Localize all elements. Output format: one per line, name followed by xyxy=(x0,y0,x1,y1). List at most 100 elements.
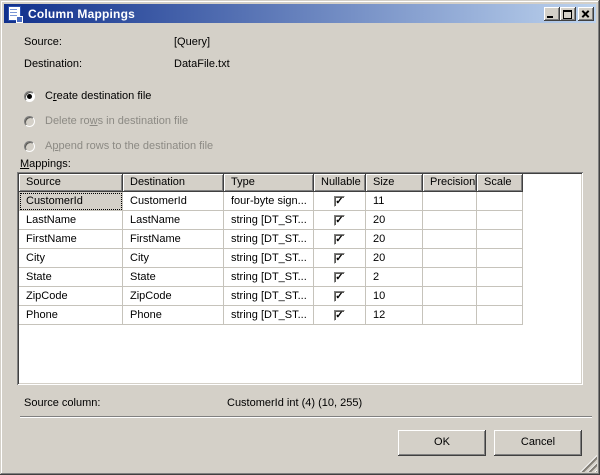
window-title: Column Mappings xyxy=(28,7,544,21)
radio-icon xyxy=(24,141,35,152)
nullable-checkbox[interactable]: ✓ xyxy=(334,310,345,321)
cell-destination[interactable]: FirstName xyxy=(123,230,224,249)
source-value: [Query] xyxy=(174,36,210,48)
column-header-nullable[interactable]: Nullable xyxy=(314,174,366,192)
table-row: CityCitystring [DT_ST...✓20 xyxy=(19,249,581,268)
nullable-checkbox[interactable]: ✓ xyxy=(334,291,345,302)
cell-scale[interactable] xyxy=(477,249,523,268)
table-row: ZipCodeZipCodestring [DT_ST...✓10 xyxy=(19,287,581,306)
table-row: CustomerIdCustomerIdfour-byte sign...✓11 xyxy=(19,192,581,211)
cell-type[interactable]: string [DT_ST... xyxy=(224,268,314,287)
document-icon xyxy=(8,6,21,21)
cell-scale[interactable] xyxy=(477,192,523,211)
cell-destination[interactable]: CustomerId xyxy=(123,192,224,211)
cell-type[interactable]: four-byte sign... xyxy=(224,192,314,211)
mappings-grid-inner: SourceDestinationTypeNullableSizePrecisi… xyxy=(19,174,581,383)
cell-precision[interactable] xyxy=(423,230,477,249)
radio-icon[interactable] xyxy=(24,91,35,102)
cell-size[interactable]: 20 xyxy=(366,211,423,230)
cell-source[interactable]: State xyxy=(19,268,123,287)
cell-source[interactable]: FirstName xyxy=(19,230,123,249)
cell-precision[interactable] xyxy=(423,287,477,306)
table-row: LastNameLastNamestring [DT_ST...✓20 xyxy=(19,211,581,230)
cell-type[interactable]: string [DT_ST... xyxy=(224,230,314,249)
close-button[interactable] xyxy=(578,7,594,21)
cell-source[interactable]: LastName xyxy=(19,211,123,230)
cell-nullable[interactable]: ✓ xyxy=(314,306,366,325)
cell-scale[interactable] xyxy=(477,306,523,325)
column-header-type[interactable]: Type xyxy=(224,174,314,192)
cell-destination[interactable]: LastName xyxy=(123,211,224,230)
cell-nullable[interactable]: ✓ xyxy=(314,268,366,287)
minimize-button[interactable] xyxy=(544,7,560,21)
radio-label: Delete rows in destination file xyxy=(45,115,188,127)
cell-precision[interactable] xyxy=(423,211,477,230)
cell-source[interactable]: ZipCode xyxy=(19,287,123,306)
destination-label: Destination: xyxy=(24,58,82,70)
ok-button[interactable]: OK xyxy=(398,430,486,456)
column-header-scale[interactable]: Scale xyxy=(477,174,523,192)
nullable-checkbox[interactable]: ✓ xyxy=(334,215,345,226)
nullable-checkbox[interactable]: ✓ xyxy=(334,196,345,207)
cell-size[interactable]: 20 xyxy=(366,249,423,268)
nullable-checkbox[interactable]: ✓ xyxy=(334,234,345,245)
cell-type[interactable]: string [DT_ST... xyxy=(224,287,314,306)
divider xyxy=(20,416,592,418)
mappings-label: Mappings: xyxy=(20,158,71,170)
nullable-checkbox[interactable]: ✓ xyxy=(334,272,345,283)
cell-size[interactable]: 11 xyxy=(366,192,423,211)
column-header-source[interactable]: Source xyxy=(19,174,123,192)
cell-nullable[interactable]: ✓ xyxy=(314,287,366,306)
cell-destination[interactable]: City xyxy=(123,249,224,268)
column-mappings-dialog: Column Mappings Source: [Query] Destinat… xyxy=(0,0,600,475)
table-row: PhonePhonestring [DT_ST...✓12 xyxy=(19,306,581,325)
cell-source[interactable]: Phone xyxy=(19,306,123,325)
cell-size[interactable]: 12 xyxy=(366,306,423,325)
cell-type[interactable]: string [DT_ST... xyxy=(224,249,314,268)
cell-precision[interactable] xyxy=(423,249,477,268)
cell-destination[interactable]: Phone xyxy=(123,306,224,325)
cell-destination[interactable]: ZipCode xyxy=(123,287,224,306)
cell-scale[interactable] xyxy=(477,230,523,249)
cell-nullable[interactable]: ✓ xyxy=(314,192,366,211)
cell-source[interactable]: CustomerId xyxy=(19,192,123,211)
mappings-grid: SourceDestinationTypeNullableSizePrecisi… xyxy=(17,172,583,385)
title-bar[interactable]: Column Mappings xyxy=(4,4,596,23)
cell-source[interactable]: City xyxy=(19,249,123,268)
radio-label: Create destination file xyxy=(45,90,151,102)
cell-size[interactable]: 2 xyxy=(366,268,423,287)
radio-delete-rows: Delete rows in destination file xyxy=(24,115,188,127)
cell-precision[interactable] xyxy=(423,306,477,325)
table-row: FirstNameFirstNamestring [DT_ST...✓20 xyxy=(19,230,581,249)
source-column-value: CustomerId int (4) (10, 255) xyxy=(227,397,362,409)
cell-type[interactable]: string [DT_ST... xyxy=(224,306,314,325)
radio-create-destination-file[interactable]: Create destination file xyxy=(24,90,151,102)
radio-append-rows: Append rows to the destination file xyxy=(24,140,213,152)
source-label: Source: xyxy=(24,36,62,48)
destination-value: DataFile.txt xyxy=(174,58,230,70)
cell-type[interactable]: string [DT_ST... xyxy=(224,211,314,230)
cancel-button[interactable]: Cancel xyxy=(494,430,582,456)
cell-size[interactable]: 20 xyxy=(366,230,423,249)
cell-precision[interactable] xyxy=(423,268,477,287)
cell-precision[interactable] xyxy=(423,192,477,211)
cell-nullable[interactable]: ✓ xyxy=(314,230,366,249)
cell-size[interactable]: 10 xyxy=(366,287,423,306)
cell-nullable[interactable]: ✓ xyxy=(314,211,366,230)
column-header-destination[interactable]: Destination xyxy=(123,174,224,192)
maximize-button[interactable] xyxy=(560,7,576,21)
cell-nullable[interactable]: ✓ xyxy=(314,249,366,268)
column-header-size[interactable]: Size xyxy=(366,174,423,192)
nullable-checkbox[interactable]: ✓ xyxy=(334,253,345,264)
cell-scale[interactable] xyxy=(477,211,523,230)
cell-scale[interactable] xyxy=(477,268,523,287)
mappings-grid-body: CustomerIdCustomerIdfour-byte sign...✓11… xyxy=(19,192,581,325)
cell-destination[interactable]: State xyxy=(123,268,224,287)
cell-scale[interactable] xyxy=(477,287,523,306)
resize-grip-icon[interactable] xyxy=(580,455,597,472)
radio-label: Append rows to the destination file xyxy=(45,140,213,152)
grid-header: SourceDestinationTypeNullableSizePrecisi… xyxy=(19,174,581,192)
table-row: StateStatestring [DT_ST...✓2 xyxy=(19,268,581,287)
column-header-precision[interactable]: Precision xyxy=(423,174,477,192)
source-column-label: Source column: xyxy=(24,397,100,409)
